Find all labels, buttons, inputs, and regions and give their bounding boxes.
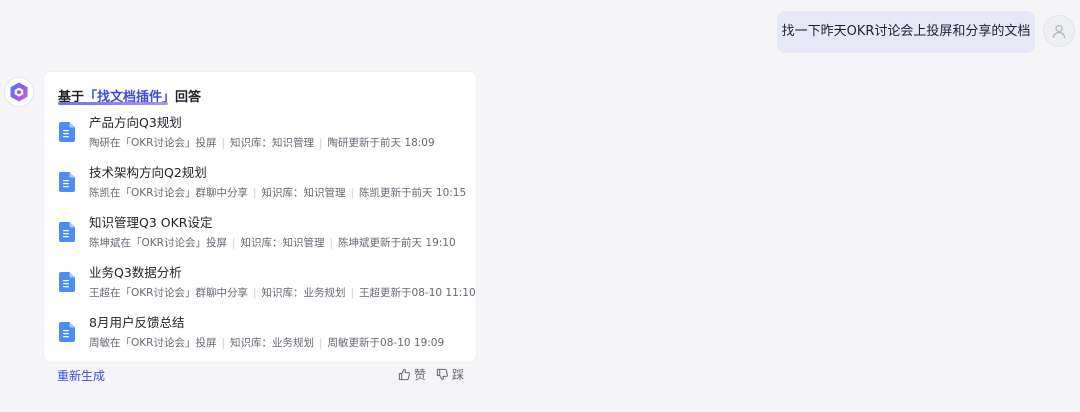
bot-logo-icon — [10, 82, 28, 102]
feedback-bar: 赞 踩 — [398, 366, 464, 383]
document-item[interactable]: 8月用户反馈总结 周敏在「OKR讨论会」投屏 | 知识库：业务规划 | 周敏更新于08-… — [44, 312, 478, 362]
document-library[interactable]: 知识库：知识管理 — [262, 187, 346, 199]
document-item[interactable]: 技术架构方向Q2规划 陈凯在「OKR讨论会」群聊中分享 | 知识库：知识管理 | 陈凯更… — [44, 162, 478, 212]
meta-separator: | — [252, 287, 257, 299]
document-updated: 陈坤斌更新于前天 19:10 — [338, 237, 456, 249]
meta-separator: | — [221, 137, 225, 149]
document-icon — [59, 172, 75, 192]
document-library[interactable]: 知识库：知识管理 — [241, 237, 325, 249]
user-avatar[interactable] — [1043, 15, 1075, 47]
document-library[interactable]: 知识库：业务规划 — [262, 287, 346, 299]
document-source: 王超在「OKR讨论会」群聊中分享 — [89, 287, 248, 299]
user-icon — [1052, 24, 1066, 39]
document-title[interactable]: 知识管理Q3 OKR设定 — [89, 214, 213, 232]
meta-separator: | — [350, 287, 355, 299]
document-source: 陈凯在「OKR讨论会」群聊中分享 — [89, 187, 248, 199]
document-item[interactable]: 产品方向Q3规划 陶研在「OKR讨论会」投屏 | 知识库：知识管理 | 陶研更新于前天 … — [44, 112, 478, 162]
meta-separator: | — [221, 337, 225, 349]
user-message-bubble: 找一下昨天OKR讨论会上投屏和分享的文档 — [777, 11, 1035, 53]
document-title[interactable]: 业务Q3数据分析 — [89, 264, 182, 282]
document-meta: 陈凯在「OKR讨论会」群聊中分享 | 知识库：知识管理 | 陈凯更新于前天 10:15 — [89, 185, 466, 201]
like-button[interactable]: 赞 — [398, 366, 426, 383]
document-library[interactable]: 知识库：业务规划 — [230, 337, 314, 349]
document-icon — [59, 272, 75, 292]
document-icon — [59, 222, 75, 242]
document-updated: 陈凯更新于前天 10:15 — [359, 187, 467, 199]
regenerate-button[interactable]: 重新生成 — [57, 367, 105, 384]
like-label: 赞 — [414, 368, 427, 382]
thumbs-down-icon — [436, 368, 448, 381]
document-item[interactable]: 业务Q3数据分析 王超在「OKR讨论会」群聊中分享 | 知识库：业务规划 | 王超更新于… — [44, 262, 478, 312]
meta-separator: | — [350, 187, 355, 199]
document-title[interactable]: 产品方向Q3规划 — [89, 114, 182, 132]
document-source: 陈坤斌在「OKR讨论会」投屏 — [89, 237, 227, 249]
document-source: 陶研在「OKR讨论会」投屏 — [89, 137, 217, 149]
user-message-text: 找一下昨天OKR讨论会上投屏和分享的文档 — [781, 24, 1031, 39]
document-icon — [59, 122, 75, 142]
document-meta: 王超在「OKR讨论会」群聊中分享 | 知识库：业务规划 | 王超更新于08-10 11:… — [89, 285, 476, 301]
document-updated: 周敏更新于08-10 19:09 — [327, 337, 445, 349]
heading-underline — [58, 102, 168, 105]
meta-separator: | — [319, 137, 323, 149]
dislike-label: 踩 — [452, 368, 465, 382]
dislike-button[interactable]: 踩 — [436, 366, 464, 383]
meta-separator: | — [252, 187, 257, 199]
document-meta: 周敏在「OKR讨论会」投屏 | 知识库：业务规划 | 周敏更新于08-10 19:09 — [89, 335, 444, 351]
answer-card: 基于「找文档插件」回答 产品方向Q3规划 陶研在「OKR讨论会」投屏 | 知识库：知… — [43, 71, 477, 363]
meta-separator: | — [329, 237, 334, 249]
document-library[interactable]: 知识库：知识管理 — [230, 137, 314, 149]
document-title[interactable]: 8月用户反馈总结 — [89, 314, 184, 332]
document-item[interactable]: 知识管理Q3 OKR设定 陈坤斌在「OKR讨论会」投屏 | 知识库：知识管理 | 陈坤斌… — [44, 212, 478, 262]
meta-separator: | — [319, 337, 323, 349]
meta-separator: | — [231, 237, 236, 249]
document-title[interactable]: 技术架构方向Q2规划 — [89, 164, 207, 182]
document-icon — [59, 322, 75, 342]
document-meta: 陶研在「OKR讨论会」投屏 | 知识库：知识管理 | 陶研更新于前天 18:09 — [89, 135, 435, 151]
document-source: 周敏在「OKR讨论会」投屏 — [89, 337, 217, 349]
document-updated: 王超更新于08-10 11:10 — [359, 287, 476, 299]
thumbs-up-icon — [398, 368, 410, 381]
document-list: 产品方向Q3规划 陶研在「OKR讨论会」投屏 | 知识库：知识管理 | 陶研更新于前天 … — [44, 112, 478, 362]
bot-avatar — [4, 77, 34, 107]
heading-suffix: 回答 — [175, 90, 202, 105]
document-updated: 陶研更新于前天 18:09 — [327, 137, 435, 149]
document-meta: 陈坤斌在「OKR讨论会」投屏 | 知识库：知识管理 | 陈坤斌更新于前天 19:10 — [89, 235, 456, 251]
